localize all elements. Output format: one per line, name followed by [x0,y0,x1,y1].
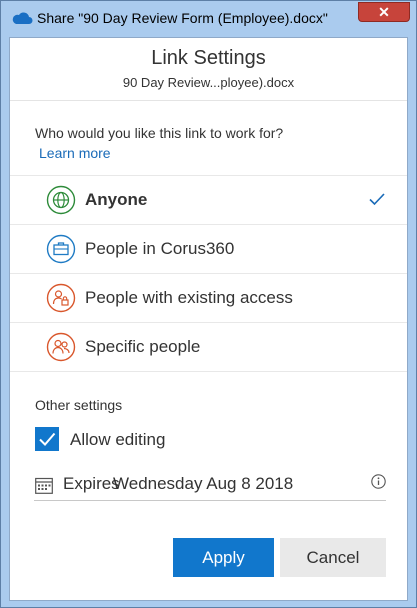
allow-editing-label[interactable]: Allow editing [70,430,165,450]
window-title: Share "90 Day Review Form (Employee).doc… [37,10,328,26]
file-name: 90 Day Review...ployee).docx [122,75,295,90]
people-lock-icon [46,283,76,313]
info-icon[interactable] [371,474,386,489]
close-button[interactable]: ✕ [358,2,410,22]
expires-label: Expires [63,474,120,493]
allow-editing-checkbox[interactable] [35,427,59,451]
onedrive-cloud-icon [12,12,33,24]
title-bar: Share "90 Day Review Form (Employee).doc… [1,1,416,37]
briefcase-icon [46,234,76,264]
checkbox-check-icon [39,432,56,446]
audience-options: Anyone People in Corus360 People with ex… [10,175,407,372]
option-label: People in Corus360 [85,239,235,258]
cancel-button[interactable]: Cancel [280,538,386,577]
option-existing-access[interactable]: People with existing access [10,273,407,322]
learn-more-link[interactable]: Learn more [39,145,111,161]
globe-icon [46,185,76,215]
audience-question: Who would you like this link to work for… [35,125,284,141]
expiration-date-field[interactable]: Expires Wednesday Aug 8 2018 [34,465,386,501]
checkmark-icon [369,193,385,206]
share-dialog-window: Share "90 Day Review Form (Employee).doc… [0,0,417,608]
expires-date-value: Wednesday Aug 8 2018 [113,474,294,493]
page-title: Link Settings [151,47,266,69]
option-label: Specific people [85,337,201,356]
people-icon [46,332,76,362]
option-label: People with existing access [85,288,293,307]
option-people-in-org[interactable]: People in Corus360 [10,224,407,273]
link-settings-panel: Link Settings 90 Day Review...ployee).do… [9,37,408,601]
calendar-icon [35,477,53,494]
panel-header: Link Settings 90 Day Review...ployee).do… [10,38,407,101]
option-label: Anyone [85,190,148,209]
other-settings-heading: Other settings [35,397,123,413]
apply-button[interactable]: Apply [173,538,274,577]
option-anyone[interactable]: Anyone [10,175,407,224]
option-specific-people[interactable]: Specific people [10,322,407,372]
